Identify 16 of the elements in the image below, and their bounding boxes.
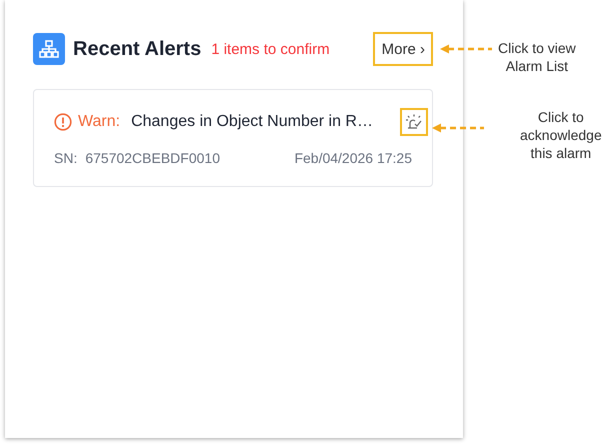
callout-note: Click to view Alarm List [498,39,576,75]
alert-level: Warn: [78,113,120,131]
alarm-light-icon [405,114,423,130]
alert-time: Feb/04/2026 17:25 [294,150,412,166]
more-button[interactable]: More › [372,32,433,66]
pending-count: 1 items to confirm [211,40,330,58]
sn-label: SN: [54,150,78,166]
panel-title: Recent Alerts [73,38,202,60]
serial-number: 675702CBEBDF0010 [85,150,220,166]
callout-arrow [432,123,484,133]
alert-message: Changes in Object Number in R… [131,113,373,131]
acknowledge-button[interactable] [400,108,428,136]
callout-note: Click to acknowledge this alarm [520,108,602,162]
hierarchy-icon [33,33,65,65]
warning-icon [54,113,72,131]
callout-arrow [440,44,492,54]
